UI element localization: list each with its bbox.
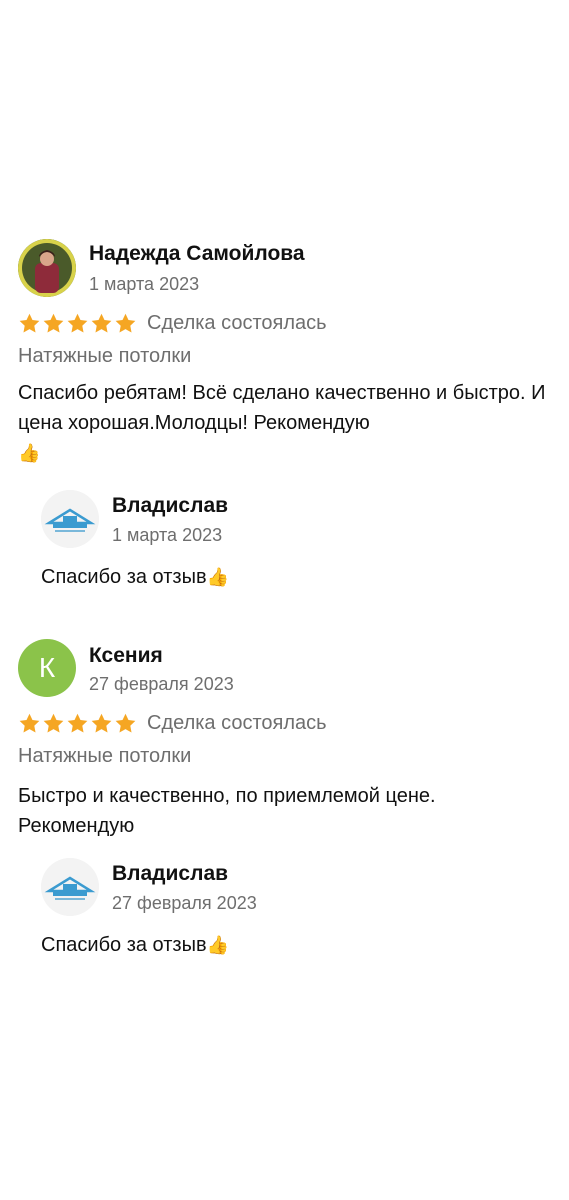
user-avatar[interactable]: К (18, 639, 76, 697)
company-avatar[interactable] (41, 858, 99, 916)
reply-author-name[interactable]: Владислав (112, 494, 228, 518)
review-text: Спасибо ребятам! Всё сделано качественно… (18, 378, 548, 468)
thumbs-up-icon: 👍 (206, 567, 229, 587)
user-avatar[interactable] (18, 239, 76, 297)
deal-status: Сделка состоялась (147, 312, 327, 334)
reply-text-body: Спасибо за отзыв (41, 934, 207, 956)
rating-row: Сделка состоялась (18, 312, 327, 335)
service-category: Натяжные потолки (18, 345, 192, 367)
thumbs-up-icon: 👍 (18, 443, 41, 463)
user-photo-icon (18, 239, 76, 297)
company-logo-icon (41, 858, 99, 916)
star-icon (91, 313, 112, 333)
service-category: Натяжные потолки (18, 745, 192, 767)
company-logo-icon (41, 490, 99, 548)
review-text-body: Быстро и качественно, по приемлемой цене… (18, 785, 436, 837)
star-icon (19, 713, 40, 733)
star-icon (67, 713, 88, 733)
reply-text-body: Спасибо за отзыв (41, 566, 207, 588)
review-date: 1 марта 2023 (89, 274, 200, 294)
star-icon (43, 713, 64, 733)
review-author-name[interactable]: Надежда Самойлова (89, 242, 305, 266)
thumbs-up-icon: 👍 (206, 935, 229, 955)
star-icon (91, 713, 112, 733)
star-icon (67, 313, 88, 333)
reply-date: 1 марта 2023 (112, 525, 223, 545)
review-text-body: Спасибо ребятам! Всё сделано качественно… (18, 382, 546, 434)
review-date: 27 февраля 2023 (89, 674, 234, 694)
star-rating (18, 712, 137, 735)
star-icon (43, 313, 64, 333)
rating-row: Сделка состоялась (18, 712, 327, 735)
reply-text: Спасибо за отзыв👍 (41, 934, 229, 957)
reply-date: 27 февраля 2023 (112, 893, 257, 913)
star-rating (18, 312, 137, 335)
review-text: Быстро и качественно, по приемлемой цене… (18, 781, 548, 841)
deal-status: Сделка состоялась (147, 712, 327, 734)
reply-text: Спасибо за отзыв👍 (41, 566, 229, 589)
reply-author-name[interactable]: Владислав (112, 862, 228, 886)
review-author-name[interactable]: Ксения (89, 644, 163, 668)
star-icon (115, 313, 136, 333)
star-icon (19, 313, 40, 333)
company-avatar[interactable] (41, 490, 99, 548)
star-icon (115, 713, 136, 733)
